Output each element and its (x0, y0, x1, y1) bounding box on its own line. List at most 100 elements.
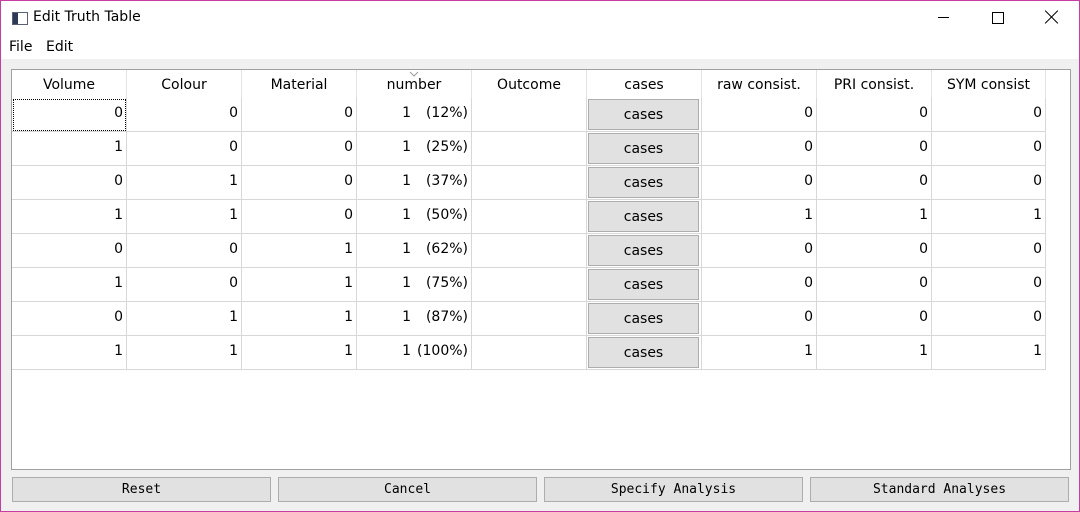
cell-pri-consist[interactable]: 0 (817, 234, 932, 268)
cell-pri-consist[interactable]: 1 (817, 336, 932, 370)
column-header-material[interactable]: Material (242, 70, 357, 98)
truth-table[interactable]: Volume Colour Material number Outcome ca… (11, 69, 1071, 470)
cell-outcome[interactable] (472, 302, 587, 336)
column-header-number: number (386, 77, 442, 93)
cell-number[interactable]: 1 (62%) (357, 234, 472, 268)
number-count: 1 (402, 241, 411, 257)
cell-sym-consist[interactable]: 0 (932, 234, 1046, 268)
cases-button[interactable]: cases (588, 167, 699, 198)
cell-colour[interactable]: 0 (127, 234, 242, 268)
cell-volume[interactable]: 0 (12, 234, 127, 268)
cell-outcome[interactable] (472, 336, 587, 370)
column-header-outcome[interactable]: Outcome (472, 70, 587, 98)
cell-colour[interactable]: 1 (127, 200, 242, 234)
column-header-number-wrap[interactable]: number (357, 70, 472, 98)
cases-button[interactable]: cases (588, 201, 699, 232)
cell-pri-consist[interactable]: 0 (817, 268, 932, 302)
cell-outcome[interactable] (472, 166, 587, 200)
cell-outcome[interactable] (472, 200, 587, 234)
cell-material[interactable]: 1 (242, 302, 357, 336)
cell-sym-consist[interactable]: 0 (932, 132, 1046, 166)
cell-number[interactable]: 1 (25%) (357, 132, 472, 166)
cases-button[interactable]: cases (588, 337, 699, 368)
cases-button[interactable]: cases (588, 235, 699, 266)
cell-colour[interactable]: 1 (127, 336, 242, 370)
cell-number[interactable]: 1 (100%) (357, 336, 472, 370)
cell-raw-consist[interactable]: 0 (702, 132, 817, 166)
menu-edit[interactable]: Edit (46, 39, 73, 55)
cell-sym-consist[interactable]: 1 (932, 336, 1046, 370)
cell-material[interactable]: 0 (242, 98, 357, 132)
cell-sym-consist[interactable]: 0 (932, 166, 1046, 200)
cell-volume[interactable]: 0 (12, 166, 127, 200)
cell-pri-consist[interactable]: 0 (817, 166, 932, 200)
number-percent: (87%) (425, 309, 468, 325)
cell-raw-consist[interactable]: 0 (702, 268, 817, 302)
cell-raw-consist[interactable]: 0 (702, 302, 817, 336)
number-count: 1 (402, 309, 411, 325)
column-header-colour[interactable]: Colour (127, 70, 242, 98)
title-bar[interactable]: Edit Truth Table (1, 1, 1079, 35)
cell-volume[interactable]: 1 (12, 268, 127, 302)
cell-sym-consist[interactable]: 0 (932, 302, 1046, 336)
cell-colour[interactable]: 0 (127, 98, 242, 132)
cell-pri-consist[interactable]: 0 (817, 302, 932, 336)
maximize-button[interactable] (971, 1, 1025, 35)
cell-sym-consist[interactable]: 0 (932, 268, 1046, 302)
cell-number[interactable]: 1 (37%) (357, 166, 472, 200)
cell-raw-consist[interactable]: 0 (702, 234, 817, 268)
table-row: 1 1 0 1 (50%) cases 1 1 1 (12, 200, 1046, 234)
cases-button[interactable]: cases (588, 133, 699, 164)
cell-pri-consist[interactable]: 1 (817, 200, 932, 234)
cell-colour[interactable]: 1 (127, 166, 242, 200)
cell-volume[interactable]: 1 (12, 200, 127, 234)
cell-raw-consist[interactable]: 1 (702, 336, 817, 370)
cell-colour[interactable]: 0 (127, 132, 242, 166)
cell-sym-consist[interactable]: 1 (932, 200, 1046, 234)
cell-raw-consist[interactable]: 0 (702, 98, 817, 132)
cell-pri-consist[interactable]: 0 (817, 98, 932, 132)
cell-number[interactable]: 1 (75%) (357, 268, 472, 302)
cases-button[interactable]: cases (588, 99, 699, 130)
cell-colour[interactable]: 0 (127, 268, 242, 302)
cell-cases: cases (587, 132, 702, 166)
cell-outcome[interactable] (472, 98, 587, 132)
cell-outcome[interactable] (472, 268, 587, 302)
number-percent: (50%) (425, 207, 468, 223)
close-button[interactable] (1025, 1, 1079, 35)
number-count: 1 (402, 343, 411, 359)
column-header-volume[interactable]: Volume (12, 70, 127, 98)
cell-raw-consist[interactable]: 0 (702, 166, 817, 200)
minimize-button[interactable] (917, 1, 971, 35)
cell-material[interactable]: 1 (242, 336, 357, 370)
standard-analyses-button[interactable]: Standard Analyses (810, 477, 1069, 502)
cell-outcome[interactable] (472, 132, 587, 166)
cell-volume[interactable]: 1 (12, 336, 127, 370)
cell-colour[interactable]: 1 (127, 302, 242, 336)
cell-pri-consist[interactable]: 0 (817, 132, 932, 166)
cell-volume[interactable]: 0 (12, 98, 127, 132)
cell-volume[interactable]: 0 (12, 302, 127, 336)
menu-file[interactable]: File (9, 39, 32, 55)
cell-material[interactable]: 1 (242, 234, 357, 268)
cell-volume[interactable]: 1 (12, 132, 127, 166)
specify-analysis-button[interactable]: Specify Analysis (544, 477, 803, 502)
cell-material[interactable]: 1 (242, 268, 357, 302)
cell-number[interactable]: 1 (12%) (357, 98, 472, 132)
cell-number[interactable]: 1 (87%) (357, 302, 472, 336)
reset-button[interactable]: Reset (12, 477, 271, 502)
cell-sym-consist[interactable]: 0 (932, 98, 1046, 132)
column-header-cases[interactable]: cases (587, 70, 702, 98)
cell-number[interactable]: 1 (50%) (357, 200, 472, 234)
cancel-button[interactable]: Cancel (278, 477, 537, 502)
column-header-sym-consist[interactable]: SYM consist (932, 70, 1046, 98)
column-header-raw-consist[interactable]: raw consist. (702, 70, 817, 98)
cases-button[interactable]: cases (588, 269, 699, 300)
cases-button[interactable]: cases (588, 303, 699, 334)
cell-material[interactable]: 0 (242, 132, 357, 166)
column-header-pri-consist[interactable]: PRI consist. (817, 70, 932, 98)
cell-material[interactable]: 0 (242, 166, 357, 200)
cell-raw-consist[interactable]: 1 (702, 200, 817, 234)
cell-outcome[interactable] (472, 234, 587, 268)
cell-material[interactable]: 0 (242, 200, 357, 234)
